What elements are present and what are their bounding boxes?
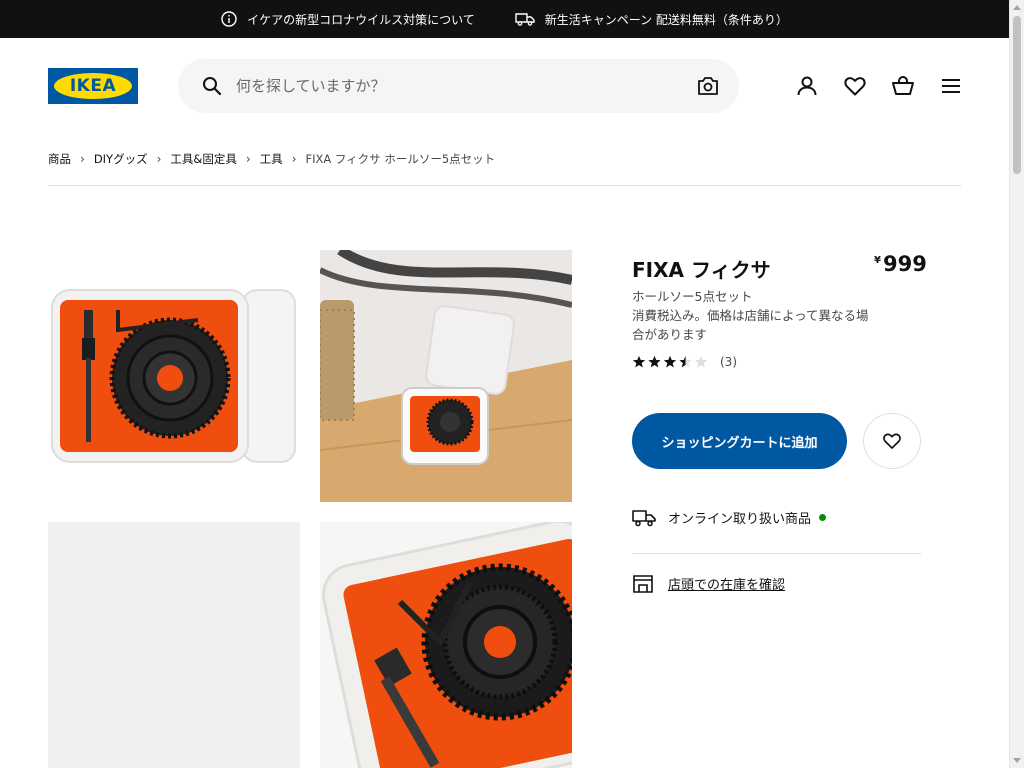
cart-icon[interactable]	[891, 74, 915, 98]
price-note: 消費税込み。価格は店舗によって異なる場合があります	[632, 308, 869, 342]
star-icon	[632, 355, 646, 368]
delivery-truck-icon	[632, 509, 656, 526]
add-to-favourites-button[interactable]	[863, 413, 921, 469]
product-image-4[interactable]	[320, 522, 572, 768]
search-input[interactable]	[236, 71, 676, 101]
breadcrumb-item-diy[interactable]: DIYグッズ	[94, 151, 148, 167]
covid-info-link[interactable]: イケアの新型コロナウイルス対策について	[221, 11, 475, 28]
top-banner: イケアの新型コロナウイルス対策について 新生活キャンペーン 配送料無料（条件あり…	[0, 0, 1009, 38]
star-icon	[648, 355, 661, 368]
camera-search-icon[interactable]	[697, 75, 719, 97]
rating-stars	[632, 355, 708, 368]
heart-icon	[883, 433, 901, 449]
menu-icon[interactable]	[939, 74, 963, 98]
search-icon[interactable]	[202, 76, 222, 96]
product-image-1[interactable]	[48, 250, 300, 502]
info-divider	[632, 553, 921, 554]
product-image-3[interactable]	[48, 522, 300, 768]
chevron-right-icon: ›	[245, 152, 251, 166]
product-name: FIXA フィクサ	[632, 258, 771, 282]
store-stock: 店頭での在庫を確認	[632, 573, 785, 593]
campaign-link[interactable]: 新生活キャンペーン 配送料無料（条件あり）	[515, 11, 788, 28]
page-scrollbar[interactable]	[1009, 0, 1024, 768]
online-availability: オンライン取り扱い商品	[632, 508, 827, 527]
campaign-text: 新生活キャンペーン 配送料無料（条件あり）	[544, 12, 788, 27]
review-count[interactable]: (3)	[720, 355, 737, 369]
scroll-up-arrow-icon[interactable]	[1013, 5, 1021, 10]
user-icon[interactable]	[795, 74, 819, 98]
product-description: ホールソー5点セット	[632, 289, 753, 304]
product-price: ¥ 999	[874, 252, 927, 276]
breadcrumb-item-tools-fixings[interactable]: 工具&固定具	[170, 151, 236, 167]
availability-text: オンライン取り扱い商品	[668, 512, 812, 527]
breadcrumb-item-products[interactable]: 商品	[48, 151, 71, 167]
heart-icon[interactable]	[843, 74, 867, 98]
price-currency: ¥	[874, 255, 881, 266]
delivery-truck-icon	[515, 13, 535, 26]
search-bar	[178, 59, 739, 113]
breadcrumb-current: FIXA フィクサ ホールソー5点セット	[305, 152, 496, 166]
breadcrumb-item-tools[interactable]: 工具	[260, 151, 283, 167]
store-icon	[633, 575, 653, 593]
breadcrumb-divider	[48, 185, 961, 186]
scrollbar-thumb[interactable]	[1013, 16, 1021, 174]
star-icon	[663, 355, 677, 368]
info-icon	[221, 11, 237, 27]
price-value: 999	[882, 252, 927, 276]
star-icon	[679, 355, 692, 368]
ikea-logo[interactable]: IKEA	[48, 68, 138, 104]
check-store-stock-link[interactable]: 店頭での在庫を確認	[668, 574, 785, 593]
rating[interactable]: (3)	[632, 355, 737, 369]
chevron-right-icon: ›	[80, 152, 85, 166]
breadcrumb: 商品 › DIYグッズ › 工具&固定具 › 工具 › FIXA フィクサ ホー…	[48, 151, 495, 167]
logo-text: IKEA	[69, 76, 117, 96]
add-to-cart-button[interactable]: ショッピングカートに追加	[632, 413, 847, 469]
product-image-2[interactable]	[320, 250, 572, 502]
covid-info-text: イケアの新型コロナウイルス対策について	[247, 12, 475, 27]
availability-status-dot	[819, 514, 827, 521]
chevron-right-icon: ›	[291, 152, 297, 166]
scroll-down-arrow-icon[interactable]	[1013, 758, 1021, 763]
star-icon	[694, 355, 708, 368]
chevron-right-icon: ›	[156, 152, 162, 166]
